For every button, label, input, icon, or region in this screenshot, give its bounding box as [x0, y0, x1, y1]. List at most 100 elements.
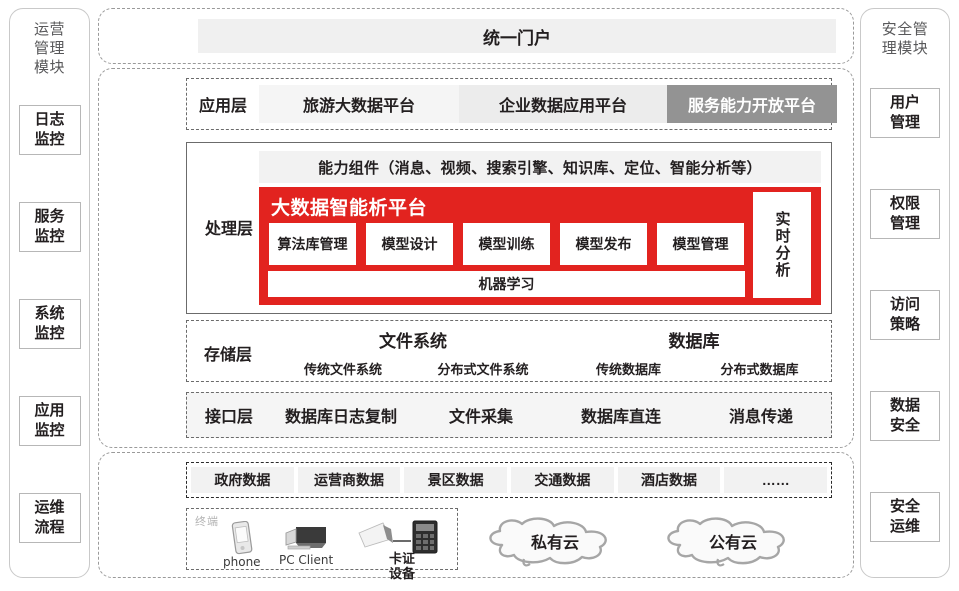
- terminal-group-label: 终端: [195, 516, 219, 528]
- rail-item-line: 监控: [34, 227, 65, 245]
- rail-item-line: 服务: [34, 207, 65, 225]
- source-hotel-data[interactable]: 酒店数据: [617, 467, 721, 493]
- cloud-group: 私有云 公有云: [480, 512, 832, 570]
- cloud-private-label: 私有云: [530, 535, 579, 552]
- desktop-icon: [285, 527, 327, 550]
- device-phone-caption: phone: [223, 555, 261, 569]
- source-operator-data[interactable]: 运营商数据: [297, 467, 401, 493]
- security-rail-title: 安全管 理模块: [882, 20, 929, 58]
- device-phone: phone: [223, 521, 261, 569]
- rail-item-line: 用户: [889, 93, 920, 111]
- security-management-rail: 安全管 理模块 用户 管理 权限 管理 访问 策略 数据 安全 安全 运维: [860, 8, 950, 578]
- data-source-row: 政府数据 运营商数据 景区数据 交通数据 酒店数据 ……: [186, 462, 832, 498]
- rail-item-line: 监控: [34, 422, 65, 440]
- storage-sub-distributed-database[interactable]: 分布式数据库: [694, 359, 825, 378]
- rail-item-line: 安全: [889, 497, 920, 515]
- device-pc-caption: PC Client: [279, 553, 334, 567]
- operations-management-rail: 运营 管理 模块 日志 监控 服务 监控 系统 监控 应用 监控 运维 流程: [9, 8, 90, 578]
- storage-layer-label: 存储层: [203, 347, 252, 364]
- rail-title-line: 安全管: [881, 21, 929, 38]
- platform-service-capability-open[interactable]: 服务能力开放平台: [667, 85, 837, 123]
- interface-layer-label: 接口层: [204, 409, 253, 426]
- rail-item-line: 管理: [889, 113, 920, 131]
- platform-enterprise-data[interactable]: 企业数据应用平台: [459, 85, 667, 123]
- rail-item-line: 运维: [34, 499, 65, 517]
- cloud-private[interactable]: 私有云: [480, 515, 630, 567]
- storage-group-heading: 数据库: [668, 332, 720, 351]
- rail-item-access-policy[interactable]: 访问 策略: [870, 289, 940, 340]
- rail-item-system-monitor[interactable]: 系统 监控: [18, 298, 81, 349]
- source-traffic-data[interactable]: 交通数据: [511, 467, 614, 493]
- storage-group-sublist: 传统文件系统 分布式文件系统: [273, 359, 553, 378]
- cloud-public[interactable]: 公有云: [658, 515, 808, 567]
- capability-components-bar: 能力组件（消息、视频、搜索引擎、知识库、定位、智能分析等）: [259, 151, 821, 183]
- rail-item-line: 监控: [34, 324, 65, 342]
- application-layer-row: 应用层 旅游大数据平台 企业数据应用平台 服务能力开放平台: [186, 78, 837, 130]
- interface-item-db-direct-connect[interactable]: 数据库直连: [551, 403, 691, 427]
- realtime-analysis-module[interactable]: 实时分析: [753, 192, 811, 298]
- rail-item-line: 流程: [34, 519, 65, 537]
- processing-layer-label: 处理层: [204, 221, 253, 238]
- unified-portal-bar[interactable]: 统一门户: [198, 19, 836, 53]
- rail-title-line: 管理: [33, 40, 65, 57]
- storage-sub-traditional-file-system[interactable]: 传统文件系统: [273, 359, 413, 378]
- interface-item-message-delivery[interactable]: 消息传递: [691, 403, 831, 427]
- operations-rail-items: 日志 监控 服务 监控 系统 监控 应用 监控 运维 流程: [10, 77, 89, 577]
- rail-item-line: 日志: [34, 110, 65, 128]
- application-layer-label: 应用层: [198, 98, 247, 115]
- module-model-design[interactable]: 模型设计: [365, 222, 454, 266]
- bigdata-platform-modules: 算法库管理 模型设计 模型训练 模型发布 模型管理: [268, 222, 745, 266]
- rail-item-security-ops[interactable]: 安全 运维: [870, 491, 940, 542]
- security-rail-items: 用户 管理 权限 管理 访问 策略 数据 安全 安全 运维: [861, 58, 949, 577]
- source-more-ellipsis[interactable]: ……: [724, 467, 828, 493]
- bigdata-platform-title: 大数据智能析平台: [271, 198, 428, 219]
- rail-item-data-security[interactable]: 数据 安全: [870, 390, 940, 441]
- rail-item-line: 权限: [889, 194, 920, 212]
- rail-item-application-monitor[interactable]: 应用 监控: [18, 396, 81, 447]
- card-reader-icon: [358, 520, 438, 554]
- storage-group-heading: 文件系统: [379, 332, 447, 351]
- device-card-reader-caption: 卡证 设备: [389, 551, 415, 581]
- module-model-management[interactable]: 模型管理: [656, 222, 745, 266]
- machine-learning-foundation[interactable]: 机器学习: [268, 271, 745, 297]
- smartphone-icon: [231, 521, 253, 555]
- rail-title-line: 理模块: [881, 40, 929, 57]
- rail-item-line: 安全: [889, 416, 920, 434]
- source-government-data[interactable]: 政府数据: [191, 467, 294, 493]
- rail-item-line: 访问: [889, 295, 920, 313]
- storage-group-sublist: 传统数据库 分布式数据库: [563, 359, 825, 378]
- rail-item-service-monitor[interactable]: 服务 监控: [18, 201, 81, 252]
- rail-item-line: 系统: [34, 304, 65, 322]
- architecture-diagram: eronsoft 四方伟业 运营 管理 模块 日志 监控 服务 监控 系统 监控…: [0, 0, 959, 591]
- rail-item-line: 数据: [889, 396, 920, 414]
- rail-item-log-monitor[interactable]: 日志 监控: [18, 104, 81, 155]
- storage-group-database: 数据库 传统数据库 分布式数据库: [563, 325, 825, 379]
- rail-item-line: 策略: [889, 315, 920, 333]
- caption-line: 设备: [388, 566, 415, 581]
- rail-item-user-management[interactable]: 用户 管理: [870, 87, 940, 138]
- interface-item-db-log-replication[interactable]: 数据库日志复制: [271, 403, 411, 427]
- storage-sub-traditional-database[interactable]: 传统数据库: [563, 359, 694, 378]
- rail-item-line: 运维: [889, 517, 920, 535]
- source-scenic-area-data[interactable]: 景区数据: [404, 467, 508, 493]
- interface-item-file-collection[interactable]: 文件采集: [411, 403, 551, 427]
- platform-tourism-bigdata[interactable]: 旅游大数据平台: [259, 85, 459, 123]
- storage-layer-row: 存储层 文件系统 传统文件系统 分布式文件系统 数据库 传统数据库 分布式数据库: [186, 320, 832, 382]
- device-card-reader: 卡证 设备: [357, 517, 447, 581]
- rail-item-permission-management[interactable]: 权限 管理: [870, 188, 940, 239]
- terminal-devices-group: 终端 phone PC Client 卡证 设备: [186, 508, 458, 581]
- rail-item-line: 管理: [889, 214, 920, 232]
- module-algorithm-library-management[interactable]: 算法库管理: [268, 222, 357, 266]
- rail-item-line: 监控: [34, 130, 65, 148]
- module-model-training[interactable]: 模型训练: [462, 222, 551, 266]
- rail-title-line: 模块: [33, 59, 65, 76]
- storage-sub-distributed-file-system[interactable]: 分布式文件系统: [413, 359, 553, 378]
- module-model-publish[interactable]: 模型发布: [559, 222, 648, 266]
- processing-layer-row: 处理层 能力组件（消息、视频、搜索引擎、知识库、定位、智能分析等） 大数据智能析…: [186, 142, 832, 314]
- device-pc-client: PC Client: [279, 523, 333, 567]
- storage-group-file-system: 文件系统 传统文件系统 分布式文件系统: [273, 325, 553, 379]
- rail-item-ops-process[interactable]: 运维 流程: [18, 493, 81, 544]
- caption-line: 卡证: [388, 551, 415, 566]
- cloud-public-label: 公有云: [708, 535, 757, 552]
- rail-title-line: 运营: [33, 21, 65, 38]
